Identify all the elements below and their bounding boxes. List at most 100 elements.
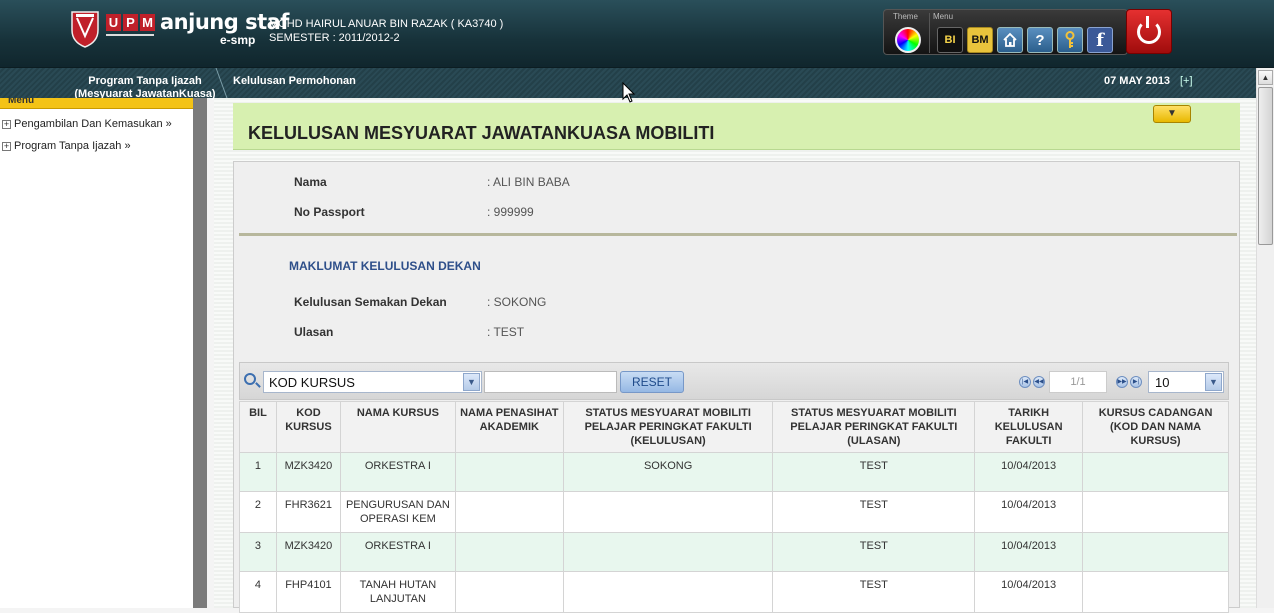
home-icon [1003, 32, 1017, 47]
table-cell [454, 532, 564, 572]
page-scrollbar[interactable]: ▲ [1256, 68, 1274, 608]
dean-approval-label: Kelulusan Semakan Dekan [294, 295, 447, 309]
scrollbar-thumb[interactable] [1258, 87, 1273, 245]
table-cell [454, 571, 564, 613]
prev-page-icon[interactable]: ◀◀ [1033, 376, 1045, 388]
table-cell: 2 [239, 491, 277, 533]
menu-label: Menu [933, 12, 954, 21]
table-cell: TEST [772, 452, 976, 492]
section-heading: MAKLUMAT KELULUSAN DEKAN [289, 259, 481, 273]
table-cell: 10/04/2013 [974, 452, 1084, 492]
table-cell: TEST [772, 532, 976, 572]
title-band: KELULUSAN MESYUARAT JAWATANKUASA MOBILIT… [233, 103, 1240, 150]
language-bi-button[interactable]: BI [937, 27, 963, 53]
logo-letter: U [106, 14, 121, 31]
table-cell: TANAH HUTAN LANJUTAN [339, 571, 456, 613]
table-cell [1082, 532, 1229, 572]
user-name: MOHD HAIRUL ANUAR BIN RAZAK ( KA3740 ) [269, 18, 504, 30]
column-header[interactable]: STATUS MESYUARAT MOBILITI PELAJAR PERING… [562, 401, 774, 453]
facebook-button[interactable]: f [1087, 27, 1113, 53]
help-icon: ? [1035, 31, 1045, 49]
table-row[interactable]: 1 MZK3420 ORKESTRA I SOKONG TEST 10/04/2… [239, 452, 1229, 492]
mouse-cursor-icon [622, 82, 636, 103]
logo-letter: M [140, 14, 155, 31]
table-header-row: BIL KOD KURSUS NAMA KURSUS NAMA PENASIHA… [239, 401, 1229, 453]
sidebar-splitter[interactable] [193, 98, 207, 608]
table-cell: 4 [239, 571, 277, 613]
column-header[interactable]: KURSUS CADANGAN (KOD DAN NAMA KURSUS) [1082, 401, 1229, 453]
expand-toggle[interactable]: [+] [1180, 75, 1193, 87]
table-row[interactable]: 3 MZK3420 ORKESTRA I TEST 10/04/2013 [239, 532, 1229, 572]
section-divider [239, 233, 1237, 236]
reset-button[interactable]: RESET [620, 371, 684, 393]
color-wheel-icon[interactable] [895, 27, 921, 53]
table-cell: TEST [772, 491, 976, 533]
chevron-down-icon[interactable]: ▼ [1205, 373, 1222, 391]
upm-logo: U P M [106, 14, 155, 31]
table-cell: 10/04/2013 [974, 571, 1084, 613]
sidebar-item-program[interactable]: + Program Tanpa Ijazah » [2, 140, 131, 152]
page-title: KELULUSAN MESYUARAT JAWATANKUASA MOBILIT… [248, 123, 715, 143]
logout-button[interactable] [1126, 9, 1172, 54]
table-cell [1082, 571, 1229, 613]
help-button[interactable]: ? [1027, 27, 1053, 53]
table-cell: 3 [239, 532, 277, 572]
column-header[interactable]: KOD KURSUS [275, 401, 341, 453]
table-cell: MZK3420 [275, 452, 341, 492]
search-input[interactable] [484, 371, 617, 393]
results-table: BIL KOD KURSUS NAMA KURSUS NAMA PENASIHA… [239, 401, 1229, 613]
table-row[interactable]: 2 FHR3621 PENGURUSAN DAN OPERASI KEM TES… [239, 491, 1229, 533]
table-row[interactable]: 4 FHP4101 TANAH HUTAN LANJUTAN TEST 10/0… [239, 571, 1229, 613]
facebook-icon: f [1096, 29, 1104, 51]
current-date: 07 MAY 2013 [1104, 75, 1171, 87]
page-number-input[interactable]: 1/1 [1049, 371, 1107, 393]
rows-per-page-value: 10 [1155, 375, 1170, 390]
password-button[interactable] [1057, 27, 1083, 53]
logo-letter: P [123, 14, 138, 31]
semester-info: SEMESTER : 2011/2012-2 [269, 32, 400, 44]
passport-value: : 999999 [487, 205, 534, 219]
table-cell [1082, 491, 1229, 533]
collapse-button[interactable]: ▼ [1153, 105, 1191, 123]
table-cell: FHP4101 [275, 571, 341, 613]
scroll-up-icon[interactable]: ▲ [1258, 70, 1273, 85]
rows-per-page-select[interactable]: 10 ▼ [1148, 371, 1224, 393]
key-icon [1065, 31, 1075, 48]
toolbox-divider [929, 13, 930, 53]
name-value: : ALI BIN BABA [487, 175, 570, 189]
table-cell [454, 491, 564, 533]
logo-underline [106, 34, 154, 36]
sidebar: Menu + Pengambilan Dan Kemasukan » + Pro… [0, 98, 193, 608]
last-page-icon[interactable]: ▶| [1130, 376, 1142, 388]
column-header[interactable]: NAMA KURSUS [339, 401, 456, 453]
column-header[interactable]: NAMA PENASIHAT AKADEMIK [454, 401, 564, 453]
home-button[interactable] [997, 27, 1023, 53]
main-content: KELULUSAN MESYUARAT JAWATANKUASA MOBILIT… [214, 98, 1256, 613]
passport-label: No Passport [294, 205, 365, 219]
sidebar-item-pengambilan[interactable]: + Pengambilan Dan Kemasukan » [2, 118, 172, 130]
language-bm-button[interactable]: BM [967, 27, 993, 53]
table-cell: 10/04/2013 [974, 532, 1084, 572]
sidebar-item-label: Program Tanpa Ijazah » [14, 140, 131, 152]
next-page-icon[interactable]: ▶▶ [1116, 376, 1128, 388]
column-header[interactable]: TARIKH KELULUSAN FAKULTI [974, 401, 1084, 453]
brand-sub: e-smp [220, 33, 256, 47]
column-header[interactable]: BIL [239, 401, 277, 453]
table-cell [562, 571, 774, 613]
search-field-value: KOD KURSUS [269, 375, 355, 390]
remark-label: Ulasan [294, 325, 334, 339]
table-cell [562, 532, 774, 572]
expand-plus-icon[interactable]: + [2, 119, 11, 129]
first-page-icon[interactable]: |◀ [1019, 376, 1031, 388]
table-cell: FHR3621 [275, 491, 341, 533]
grid-toolbar: KOD KURSUS ▼ RESET |◀ ◀◀ 1/1 ▶▶ ▶| 10 ▼ [239, 362, 1229, 400]
dean-approval-value: : SOKONG [487, 295, 547, 309]
power-icon [1137, 15, 1161, 44]
table-cell [562, 491, 774, 533]
expand-plus-icon[interactable]: + [2, 141, 11, 151]
column-header[interactable]: STATUS MESYUARAT MOBILITI PELAJAR PERING… [772, 401, 976, 453]
table-cell: 1 [239, 452, 277, 492]
search-field-select[interactable]: KOD KURSUS ▼ [263, 371, 482, 393]
chevron-down-icon[interactable]: ▼ [463, 373, 480, 391]
toolbox: Theme Menu BI BM ? f [883, 9, 1128, 55]
